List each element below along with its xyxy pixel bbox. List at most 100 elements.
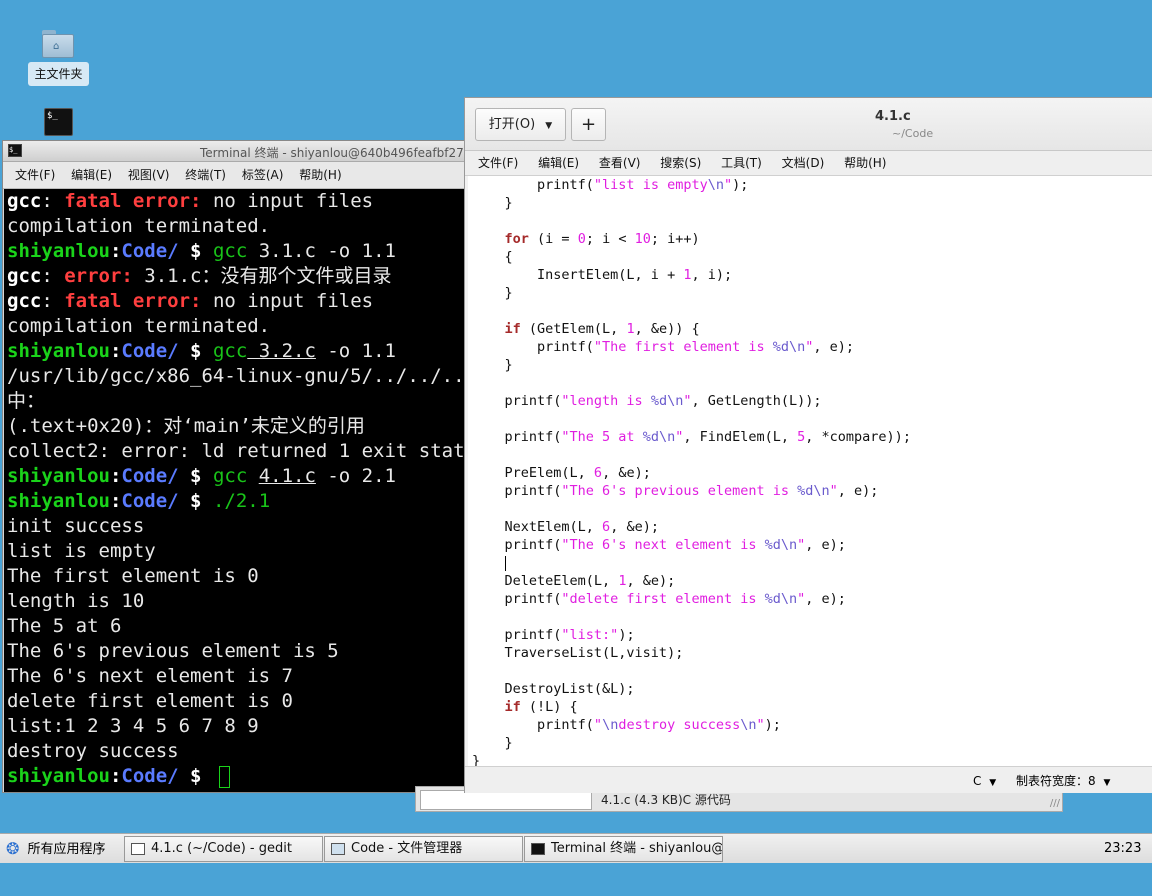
terminal-line: The 6's next element is 7: [7, 665, 293, 687]
code-line: printf("length is %d\n", GetLength(L));: [472, 393, 822, 409]
terminal-line: The 5 at 6: [7, 615, 122, 637]
gedit-title: 4.1.c: [875, 109, 911, 124]
chevron-down-icon: ▼: [989, 778, 997, 788]
apps-menu-icon: ❂: [6, 839, 20, 858]
gedit-headerbar: 打开(O) ▼ + 4.1.c ~/Code: [465, 98, 1152, 151]
terminal-line: shiyanlou:Code/ $ gcc 3.2.c -o 1.1: [7, 340, 396, 362]
terminal-line: delete first element is 0: [7, 690, 293, 712]
code-editor[interactable]: printf("list is empty\n"); } for (i = 0;…: [468, 176, 1152, 766]
task-gedit[interactable]: 4.1.c (~/Code) - gedit: [124, 836, 323, 862]
terminal-line: shiyanlou:Code/ $ ./2.1: [7, 490, 271, 512]
terminal-icon: [531, 842, 545, 855]
terminal-line: shiyanlou:Code/ $: [7, 764, 467, 789]
code-line: {: [472, 249, 513, 265]
code-line: }: [472, 753, 481, 766]
terminal-menubar: 文件(F) 编辑(E) 视图(V) 终端(T) 标签(A) 帮助(H): [3, 162, 467, 189]
code-line: for (i = 0; i < 10; i++): [504, 231, 700, 247]
terminal-line: 中：: [7, 390, 46, 412]
file-manager-status: 4.1.c (4.3 KB)C 源代码: [601, 793, 731, 807]
file-manager-input[interactable]: [420, 790, 592, 810]
terminal-line: length is 10: [7, 590, 145, 612]
code-line: if (!L) {: [504, 699, 578, 715]
code-line: printf("list is empty\n");: [472, 177, 749, 193]
task-terminal[interactable]: Terminal 终端 - shiyanlou@…: [524, 836, 723, 862]
terminal-line: The first element is 0: [7, 565, 259, 587]
terminal-screen[interactable]: gcc: fatal error: no input files compilat…: [4, 189, 468, 792]
taskbar: ❂ 所有应用程序 4.1.c (~/Code) - gedit Code - 文…: [0, 833, 1152, 864]
terminal-menu-file[interactable]: 文件(F): [15, 168, 55, 182]
code-line: }: [472, 285, 513, 301]
open-button[interactable]: 打开(O) ▼: [475, 108, 566, 141]
gedit-menu-documents[interactable]: 文档(D): [782, 156, 825, 170]
terminal-menu-help[interactable]: 帮助(H): [299, 168, 341, 182]
terminal-line: gcc: error: 3.1.c：没有那个文件或目录: [7, 265, 392, 287]
home-folder-label[interactable]: 主文件夹: [28, 62, 89, 86]
desktop-bottom: [0, 863, 1152, 896]
gedit-icon: [131, 842, 145, 855]
terminal-titlebar[interactable]: $_ Terminal 终端 - shiyanlou@640b496feafbf…: [3, 141, 467, 162]
task-file-manager[interactable]: Code - 文件管理器: [324, 836, 523, 862]
code-line: }: [472, 735, 513, 751]
gedit-menu-search[interactable]: 搜索(S): [660, 156, 701, 170]
tab-width-selector[interactable]: 制表符宽度：8 ▼: [1016, 767, 1110, 793]
code-line: TraverseList(L,visit);: [472, 645, 684, 661]
terminal-line: destroy success: [7, 740, 179, 762]
code-line: }: [472, 195, 513, 211]
gedit-menu-file[interactable]: 文件(F): [478, 156, 518, 170]
terminal-window[interactable]: $_ Terminal 终端 - shiyanlou@640b496feafbf…: [2, 140, 468, 793]
home-folder-icon[interactable]: ⌂: [42, 30, 74, 58]
terminal-line: gcc: fatal error: no input files: [7, 190, 374, 212]
new-tab-button[interactable]: +: [571, 108, 606, 141]
code-line: printf("delete first element is %d\n", e…: [472, 591, 846, 607]
code-line: printf("\ndestroy success\n");: [472, 717, 781, 733]
code-line: InsertElem(L, i + 1, i);: [472, 267, 733, 283]
code-line: [468, 554, 1152, 572]
terminal-app-icon: $_: [8, 144, 22, 157]
terminal-line: list is empty: [7, 540, 156, 562]
code-line: printf("list:");: [472, 627, 635, 643]
gedit-menu-view[interactable]: 查看(V): [599, 156, 641, 170]
code-line: printf("The 6's previous element is %d\n…: [472, 483, 879, 499]
gedit-menu-tools[interactable]: 工具(T): [721, 156, 762, 170]
gedit-menubar: 文件(F) 编辑(E) 查看(V) 搜索(S) 工具(T) 文档(D) 帮助(H…: [465, 151, 1152, 176]
terminal-menu-edit[interactable]: 编辑(E): [71, 168, 112, 182]
gedit-menu-edit[interactable]: 编辑(E): [538, 156, 579, 170]
terminal-line: init success: [7, 515, 145, 537]
code-line: PreElem(L, 6, &e);: [472, 465, 651, 481]
folder-icon: [331, 842, 345, 855]
gedit-window[interactable]: 打开(O) ▼ + 4.1.c ~/Code 文件(F) 编辑(E) 查看(V)…: [464, 97, 1152, 793]
apps-menu-button[interactable]: ❂ 所有应用程序: [6, 836, 106, 862]
code-line: NextElem(L, 6, &e);: [472, 519, 659, 535]
chevron-down-icon: ▼: [545, 121, 553, 131]
clock: 23:23: [1104, 841, 1142, 856]
terminal-desktop-icon[interactable]: $_: [44, 108, 73, 136]
resize-grip-icon[interactable]: ///: [1050, 798, 1060, 809]
terminal-line: collect2: error: ld returned 1 exit stat…: [7, 440, 468, 462]
code-line: }: [472, 357, 513, 373]
terminal-line: compilation terminated.: [7, 315, 271, 337]
code-line: if (GetElem(L, 1, &e)) {: [504, 321, 700, 337]
code-line: DeleteElem(L, 1, &e);: [472, 573, 676, 589]
terminal-line: The 6's previous element is 5: [7, 640, 339, 662]
terminal-menu-terminal[interactable]: 终端(T): [185, 168, 226, 182]
terminal-line: shiyanlou:Code/ $ gcc 3.1.c -o 1.1: [7, 240, 396, 262]
terminal-menu-tabs[interactable]: 标签(A): [242, 168, 284, 182]
gedit-menu-help[interactable]: 帮助(H): [844, 156, 886, 170]
terminal-menu-view[interactable]: 视图(V): [128, 168, 170, 182]
terminal-line: shiyanlou:Code/ $ gcc 4.1.c -o 2.1: [7, 465, 396, 487]
terminal-line: (.text+0x20)：对‘main’未定义的引用: [7, 415, 365, 437]
terminal-line: list:1 2 3 4 5 6 7 8 9: [7, 715, 259, 737]
language-selector[interactable]: C ▼: [973, 767, 996, 793]
chevron-down-icon: ▼: [1103, 778, 1111, 788]
code-line: DestroyList(&L);: [472, 681, 635, 697]
terminal-line: compilation terminated.: [7, 215, 271, 237]
code-line: printf("The 5 at %d\n", FindElem(L, 5, *…: [472, 429, 911, 445]
terminal-cursor: [218, 765, 230, 788]
code-line: printf("The first element is %d\n", e);: [472, 339, 855, 355]
